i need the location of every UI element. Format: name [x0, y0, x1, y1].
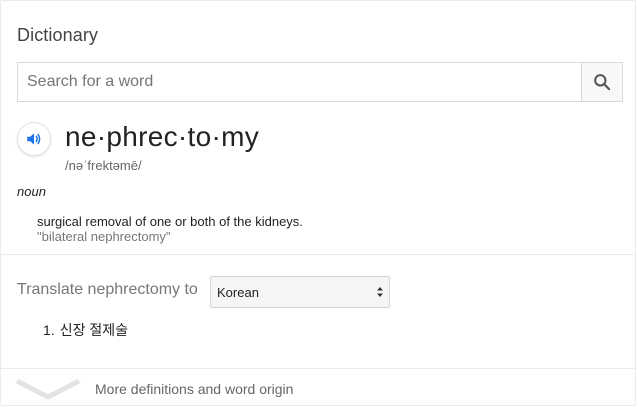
search-button[interactable] — [581, 63, 622, 101]
more-definitions-button[interactable]: More definitions and word origin — [1, 369, 635, 405]
definition-text: surgical removal of one or both of the k… — [37, 214, 303, 229]
translation-number: 1. — [43, 322, 55, 338]
translation-list: 1. 신장 절제술 — [43, 320, 128, 340]
panel-title: Dictionary — [17, 25, 99, 45]
search-input[interactable] — [18, 63, 582, 101]
search-box — [17, 62, 623, 102]
translate-label: Translate nephrectomy to — [17, 281, 198, 298]
select-arrows-icon — [377, 287, 383, 297]
translation-item: 1. 신장 절제술 — [43, 320, 128, 340]
speaker-icon — [27, 133, 41, 145]
part-of-speech: noun — [17, 184, 46, 199]
search-icon — [594, 74, 611, 91]
chevron-down-icon — [15, 378, 81, 400]
pronunciation-audio-button[interactable] — [17, 122, 51, 156]
section-divider — [1, 254, 635, 255]
pronunciation-text: /nəˈfrektəmē/ — [65, 158, 142, 173]
language-select-value: Korean — [217, 285, 259, 300]
more-definitions-label: More definitions and word origin — [95, 381, 294, 397]
language-select[interactable]: Korean — [210, 276, 390, 308]
dictionary-card: Dictionary ne·phrec·to·my /nəˈfrektəmē/ … — [0, 0, 636, 406]
translation-text: 신장 절제술 — [59, 322, 128, 338]
example-text: "bilateral nephrectomy" — [37, 229, 171, 244]
headword: ne·phrec·to·my — [65, 121, 260, 152]
